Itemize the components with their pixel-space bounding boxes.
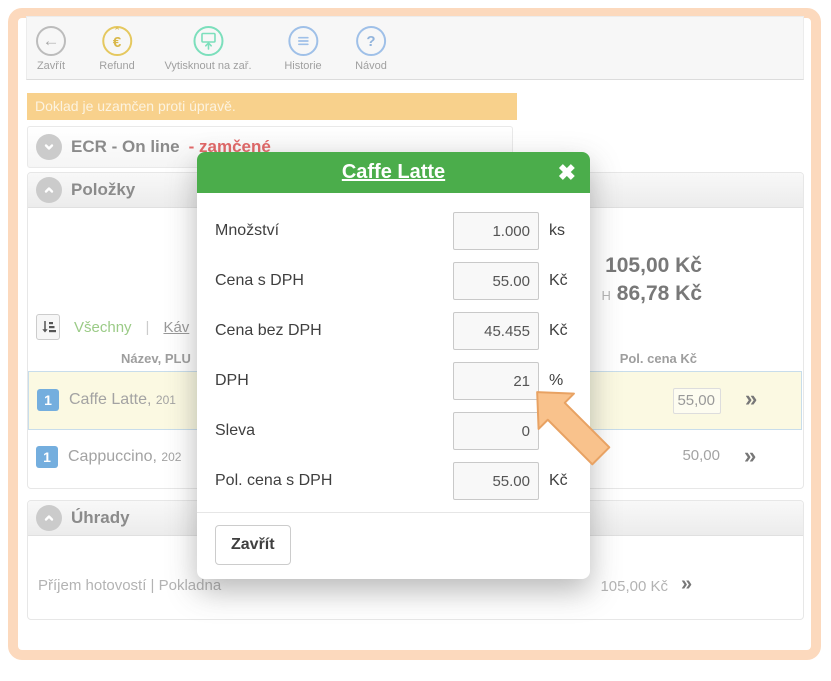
quantity-badge: 1 <box>37 389 59 411</box>
chevron-down-icon[interactable] <box>36 134 62 160</box>
field-unit: Kč <box>549 472 577 490</box>
modal-header: Caffe Latte ✖ <box>197 152 590 193</box>
item-price: 50,00 <box>664 447 720 464</box>
field-unit: % <box>549 372 577 390</box>
chevron-up-icon[interactable] <box>36 505 62 531</box>
item-detail-modal: Caffe Latte ✖ Množství ks Cena s DPH Kč … <box>197 152 590 579</box>
field-label: Pol. cena s DPH <box>215 472 453 490</box>
field-label: Množství <box>215 222 453 240</box>
toolbar-help-button[interactable]: ? Návod <box>355 26 387 72</box>
toolbar-print-button[interactable]: Vytisknout na zař. <box>164 26 251 72</box>
field-label: Cena bez DPH <box>215 322 453 340</box>
toolbar-refund-button[interactable]: ˆ € Refund <box>99 26 134 72</box>
field-row-line-total: Pol. cena s DPH Kč <box>215 462 577 500</box>
back-arrow-icon: ← <box>36 26 66 56</box>
field-label: Sleva <box>215 422 453 440</box>
modal-title: Caffe Latte <box>342 161 445 184</box>
toolbar-close-button[interactable]: ← Zavřít <box>36 26 66 72</box>
modal-footer: Zavřít <box>197 512 590 579</box>
ecr-title: ECR - On line <box>71 137 180 157</box>
field-label: Cena s DPH <box>215 272 453 290</box>
close-icon[interactable]: ✖ <box>558 162 576 184</box>
chevron-up-icon[interactable] <box>36 177 62 203</box>
field-unit: Kč <box>549 322 577 340</box>
item-plu: 201 <box>156 393 176 407</box>
discount-input[interactable] <box>453 412 539 450</box>
app-window: ← Zavřít ˆ € Refund Vytisknout na zař. <box>0 0 831 681</box>
toolbar-close-label: Zavřít <box>37 60 65 72</box>
toolbar-print-label: Vytisknout na zař. <box>164 60 251 72</box>
vat-rate-input[interactable] <box>453 362 539 400</box>
field-unit: Kč <box>549 272 577 290</box>
toolbar: ← Zavřít ˆ € Refund Vytisknout na zař. <box>26 16 804 80</box>
sort-button[interactable] <box>36 314 60 340</box>
column-header-name: Název, PLU <box>121 351 191 366</box>
modal-close-button[interactable]: Zavřít <box>215 525 291 565</box>
field-row-quantity: Množství ks <box>215 212 577 250</box>
filter-all-link[interactable]: Všechny <box>74 319 132 336</box>
filter-category-link[interactable]: Káv <box>163 319 189 336</box>
help-question-icon: ? <box>356 26 386 56</box>
hidden-label-fragment: H <box>602 288 611 303</box>
items-filter-row: Všechny | Káv <box>36 314 189 340</box>
quantity-badge: 1 <box>36 446 58 468</box>
modal-body: Množství ks Cena s DPH Kč Cena bez DPH K… <box>197 193 590 500</box>
toolbar-history-button[interactable]: Historie <box>284 26 321 72</box>
quantity-input[interactable] <box>453 212 539 250</box>
filter-separator: | <box>146 319 150 336</box>
field-row-vat: DPH % <box>215 362 577 400</box>
price-without-vat-input[interactable] <box>453 312 539 350</box>
payment-method-label: Příjem hotovostí | Pokladna <box>38 577 221 594</box>
row-detail-chevron-icon[interactable]: » <box>745 386 757 412</box>
item-name: Caffe Latte, 201 <box>69 391 176 409</box>
row-detail-chevron-icon[interactable]: » <box>744 443 756 469</box>
payment-amount: 105,00 Kč <box>558 578 668 595</box>
field-label: DPH <box>215 372 453 390</box>
line-total-input[interactable] <box>453 462 539 500</box>
toolbar-history-label: Historie <box>284 60 321 72</box>
field-row-price-without-vat: Cena bez DPH Kč <box>215 312 577 350</box>
item-price-box[interactable]: 55,00 <box>673 388 721 414</box>
payments-section-title: Úhrady <box>71 508 130 528</box>
toolbar-refund-label: Refund <box>99 60 134 72</box>
history-list-icon <box>288 26 318 56</box>
refund-euro-icon: ˆ € <box>102 26 132 56</box>
items-section-title: Položky <box>71 180 135 200</box>
toolbar-help-label: Návod <box>355 60 387 72</box>
print-device-icon <box>193 26 223 56</box>
field-row-price-with-vat: Cena s DPH Kč <box>215 262 577 300</box>
column-header-price: Pol. cena Kč <box>600 351 697 366</box>
price-with-vat-input[interactable] <box>453 262 539 300</box>
locked-warning-banner: Doklad je uzamčen proti úpravě. <box>27 93 517 120</box>
payment-detail-chevron-icon[interactable]: » <box>681 573 692 596</box>
field-row-discount: Sleva <box>215 412 577 450</box>
item-plu: 202 <box>161 450 181 464</box>
item-name: Cappuccino, 202 <box>68 448 181 466</box>
field-unit: ks <box>549 222 577 240</box>
